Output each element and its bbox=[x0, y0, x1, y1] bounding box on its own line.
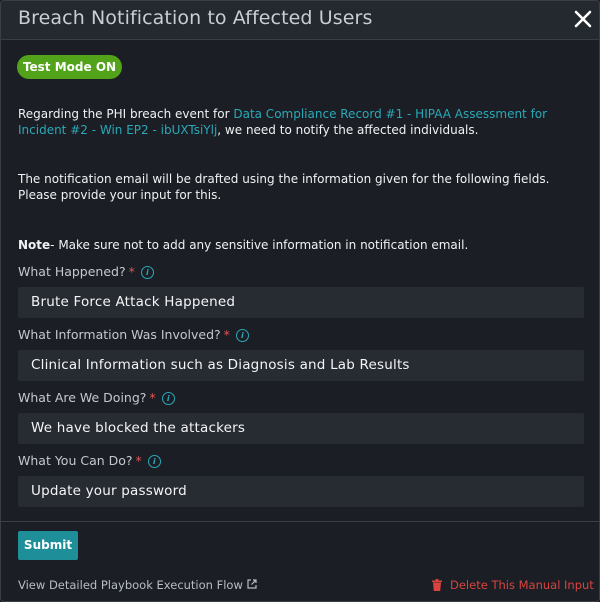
what-happened-field[interactable]: Brute Force Attack Happened bbox=[18, 287, 584, 318]
delete-manual-input-label: Delete This Manual Input bbox=[450, 578, 594, 592]
required-marker: * bbox=[223, 327, 230, 342]
playbook-execution-link-text: View Detailed Playbook Execution Flow bbox=[18, 578, 243, 592]
intro-prefix: Regarding the PHI breach event for bbox=[18, 107, 234, 121]
required-marker: * bbox=[128, 264, 135, 279]
note-text: Note- Make sure not to add any sensitive… bbox=[18, 237, 588, 253]
playbook-execution-link[interactable]: View Detailed Playbook Execution Flow bbox=[18, 578, 257, 592]
info-icon[interactable]: i bbox=[140, 266, 154, 279]
what-are-we-doing-label: What Are We Doing? * i bbox=[18, 390, 175, 405]
dialog-title: Breach Notification to Affected Users bbox=[18, 7, 373, 29]
test-mode-badge: Test Mode ON bbox=[17, 55, 122, 79]
info-icon[interactable]: i bbox=[235, 329, 249, 342]
footer-divider bbox=[1, 521, 599, 522]
breach-notification-dialog: Breach Notification to Affected Users Te… bbox=[0, 0, 600, 602]
close-icon[interactable] bbox=[569, 5, 597, 33]
what-you-can-do-label: What You Can Do? * i bbox=[18, 453, 161, 468]
note-body: - Make sure not to add any sensitive inf… bbox=[50, 238, 469, 252]
dialog-header: Breach Notification to Affected Users bbox=[1, 1, 599, 40]
required-marker: * bbox=[135, 453, 142, 468]
information-involved-label-text: What Information Was Involved? bbox=[18, 327, 221, 342]
what-happened-label: What Happened? * i bbox=[18, 264, 154, 279]
what-you-can-do-label-text: What You Can Do? bbox=[18, 453, 133, 468]
what-are-we-doing-field[interactable]: We have blocked the attackers bbox=[18, 413, 584, 444]
submit-button[interactable]: Submit bbox=[18, 531, 78, 560]
info-icon[interactable]: i bbox=[161, 392, 175, 405]
instructions-text: The notification email will be drafted u… bbox=[18, 172, 550, 202]
what-happened-label-text: What Happened? bbox=[18, 264, 126, 279]
delete-manual-input-button[interactable]: Delete This Manual Input bbox=[432, 578, 594, 594]
what-you-can-do-field[interactable]: Update your password bbox=[18, 476, 584, 507]
what-are-we-doing-label-text: What Are We Doing? bbox=[18, 390, 147, 405]
required-marker: * bbox=[149, 390, 156, 405]
info-icon[interactable]: i bbox=[147, 455, 161, 468]
note-label: Note bbox=[18, 238, 51, 252]
trash-icon bbox=[432, 579, 442, 594]
information-involved-field[interactable]: Clinical Information such as Diagnosis a… bbox=[18, 350, 584, 381]
external-link-icon bbox=[247, 579, 257, 592]
information-involved-label: What Information Was Involved? * i bbox=[18, 327, 249, 342]
intro-suffix: , we need to notify the affected individ… bbox=[217, 123, 479, 137]
intro-text: Regarding the PHI breach event for Data … bbox=[18, 106, 588, 138]
